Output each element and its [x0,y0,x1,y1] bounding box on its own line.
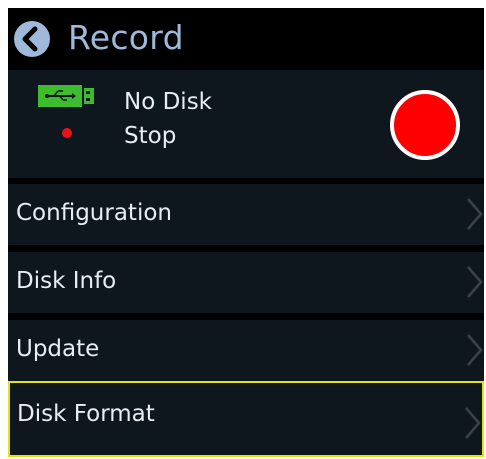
header-bar: Record [8,8,484,68]
menu-item-disk-format[interactable]: Disk Format [8,381,484,457]
record-screen: Record No Disk Stop Configuration Disk I… [8,8,484,457]
disk-status-text: No Disk [124,89,212,115]
menu-item-label: Disk Format [17,401,155,427]
menu-item-disk-info[interactable]: Disk Info [8,252,484,313]
chevron-right-icon [465,407,481,439]
menu-item-label: Configuration [16,200,172,226]
menu-item-configuration[interactable]: Configuration [8,184,484,245]
menu-item-label: Update [16,336,100,362]
back-button[interactable] [14,21,50,57]
usb-icon [38,85,94,107]
page-title: Record [68,18,184,57]
record-button[interactable] [390,90,460,160]
chevron-right-icon [467,198,483,230]
record-status-text: Stop [124,123,177,149]
chevron-left-icon [22,26,38,52]
recording-indicator-dot [62,128,72,138]
chevron-right-icon [467,266,483,298]
menu-item-label: Disk Info [16,268,117,294]
chevron-right-icon [467,334,483,366]
record-status-panel: No Disk Stop [8,70,484,178]
menu-item-update[interactable]: Update [8,320,484,381]
